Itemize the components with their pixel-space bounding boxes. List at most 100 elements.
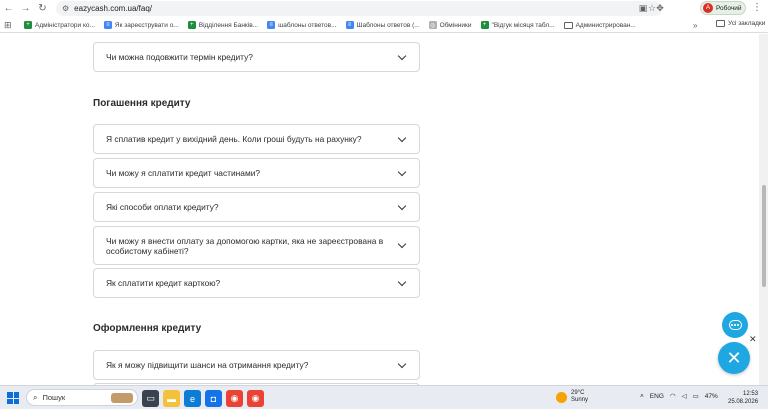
bookmark-label: "Відгук місяця табл...	[491, 21, 555, 29]
faq-question: Як сплатити кредит карткою?	[106, 278, 221, 288]
bookmark-label: шаблоны ответов...	[278, 21, 337, 29]
faq-question: Я сплатив кредит у вихідний день. Коли г…	[106, 134, 362, 144]
clock[interactable]: 12:53 25.08.2026	[728, 390, 758, 406]
apps-grid-icon[interactable]: ⊞	[4, 20, 18, 31]
close-icon[interactable]: ✕	[749, 334, 757, 345]
faq-item[interactable]: Я сплатив кредит у вихідний день. Коли г…	[93, 124, 420, 154]
search-highlight-image	[111, 393, 133, 403]
globe-icon: ◎	[428, 21, 437, 29]
close-widget-button[interactable]: ✕	[718, 342, 750, 374]
clock-date: 25.08.2026	[728, 399, 759, 405]
folder-icon	[563, 21, 573, 29]
bookmark-label: Обмінники	[439, 21, 472, 29]
docs-icon: ≡	[103, 21, 112, 29]
search-icon: ⌕	[33, 392, 38, 402]
menu-icon[interactable]: ⋮	[752, 2, 762, 13]
page-content: Чи можна подовжити термін кредиту? Погаш…	[0, 34, 768, 385]
chevron-down-icon[interactable]	[397, 239, 407, 249]
volume-icon[interactable]: ◁	[682, 392, 687, 400]
faq-item[interactable]: Чи можу я сплатити кредит частинами?	[93, 158, 420, 188]
reload-icon[interactable]: ↻	[34, 0, 51, 17]
faq-question: Чи можу я сплатити кредит частинами?	[106, 168, 261, 178]
site-info-icon[interactable]: ⚙	[62, 4, 69, 13]
faq-item[interactable]: Чи можу я внести оплату за допомогою кар…	[93, 226, 420, 265]
file-explorer-icon[interactable]: ▬	[163, 390, 180, 407]
chrome-icon[interactable]: ◉	[226, 390, 243, 407]
sheets-icon: +	[187, 21, 196, 29]
folder-icon	[716, 20, 725, 27]
avatar: А	[703, 3, 713, 13]
bookmarks-overflow-button[interactable]: »	[693, 21, 697, 30]
chrome-icon[interactable]: ◉	[247, 390, 264, 407]
bookmark-label: Як зареєструвати о...	[114, 21, 179, 29]
bookmark-item[interactable]: + Відділення Банків...	[187, 21, 259, 29]
faq-item[interactable]: Чи можна подовжити термін кредиту?	[93, 42, 420, 72]
profile-label: Робочий	[716, 4, 742, 12]
extension-icon[interactable]: ▣	[636, 1, 650, 15]
bookmark-item[interactable]: + Адміністратори ко...	[24, 21, 95, 29]
bookmarks-bar: ⊞ + Адміністратори ко... ≡ Як зареєструв…	[0, 18, 768, 33]
bookmark-label: Шаблоны ответов (...	[356, 21, 420, 29]
language-indicator[interactable]: ENG	[650, 393, 664, 400]
faq-question: Як я можу підвищити шанси на отримання к…	[106, 360, 309, 370]
scrollbar-thumb[interactable]	[762, 185, 766, 287]
bookmark-label: Администрирован...	[575, 21, 636, 29]
all-bookmarks-button[interactable]: Усі закладки	[716, 20, 765, 27]
docs-icon: ≡	[267, 21, 276, 29]
chevron-down-icon[interactable]	[397, 167, 407, 176]
bookmark-item[interactable]: Администрирован...	[563, 21, 636, 29]
section-title-registration: Оформлення кредиту	[93, 323, 202, 334]
faq-item[interactable]: Як сплатити кредит карткою?	[93, 268, 420, 298]
profile-button[interactable]: А Робочий	[700, 1, 746, 15]
section-title-repayment: Погашення кредиту	[93, 98, 191, 109]
store-icon[interactable]: ◘	[205, 390, 222, 407]
clock-time: 12:53	[743, 391, 759, 397]
chevron-up-icon[interactable]: ˄	[640, 393, 644, 400]
taskbar-apps: ▭ ▬ e ◘ ◉ ◉	[142, 390, 264, 407]
chevron-down-icon[interactable]	[397, 51, 407, 60]
faq-question: Які способи оплати кредиту?	[106, 202, 219, 212]
chat-button[interactable]	[722, 312, 748, 338]
taskbar: ⌕ Пошук ▭ ▬ e ◘ ◉ ◉ 29°C Sunny ˄ ENG ◠ ◁…	[0, 385, 768, 409]
bookmark-item[interactable]: ≡ Як зареєструвати о...	[103, 21, 179, 29]
bookmark-item[interactable]: ◎ Обмінники	[428, 21, 472, 29]
battery-icon[interactable]: ▭	[693, 392, 699, 400]
edge-icon[interactable]: e	[184, 390, 201, 407]
chevron-down-icon[interactable]	[397, 359, 407, 368]
back-icon[interactable]: ←	[0, 0, 17, 17]
battery-percent: 47%	[704, 392, 718, 400]
extensions-area: ▣ ✥	[636, 1, 667, 15]
forward-icon[interactable]: →	[17, 0, 34, 17]
wifi-icon[interactable]: ◠	[670, 392, 676, 400]
taskbar-search[interactable]: ⌕ Пошук	[26, 389, 138, 406]
bookmark-label: Адміністратори ко...	[35, 21, 95, 29]
task-view-icon[interactable]: ▭	[142, 390, 159, 407]
faq-question: Чи можна подовжити термін кредиту?	[106, 52, 253, 62]
sheets-icon: +	[24, 21, 32, 29]
bookmark-item[interactable]: ≡ Шаблоны ответов (...	[345, 21, 420, 29]
extension-puzzle-icon[interactable]: ✥	[653, 1, 667, 15]
faq-item[interactable]: Які способи оплати кредиту?	[93, 192, 420, 222]
weather-temp: 29°C	[571, 390, 585, 396]
windows-start-icon[interactable]	[7, 392, 19, 404]
sun-icon	[556, 391, 567, 403]
chevron-down-icon[interactable]	[397, 277, 407, 286]
weather-desc: Sunny	[571, 397, 589, 403]
address-bar[interactable]: ⚙ eazycash.com.ua/faq/ ☆	[56, 1, 662, 16]
docs-icon: ≡	[345, 21, 354, 29]
url-text[interactable]: eazycash.com.ua/faq/	[74, 4, 152, 13]
bookmark-item[interactable]: + "Відгук місяця табл...	[480, 21, 555, 29]
all-bookmarks-label: Усі закладки	[728, 20, 766, 27]
browser-toolbar: ← → ↻ ⚙ eazycash.com.ua/faq/ ☆ ▣ ✥ А Роб…	[0, 0, 768, 17]
bookmark-item[interactable]: ≡ шаблоны ответов...	[267, 21, 337, 29]
faq-item[interactable]: Як я можу підвищити шанси на отримання к…	[93, 350, 420, 380]
faq-question: Чи можу я внести оплату за допомогою кар…	[106, 235, 384, 256]
system-tray: ˄ ENG ◠ ◁ ▭ 47%	[640, 392, 718, 401]
sheets-icon: +	[480, 21, 489, 29]
chevron-down-icon[interactable]	[397, 133, 407, 142]
chevron-down-icon[interactable]	[397, 201, 407, 210]
chat-bubble-icon	[728, 320, 742, 330]
bookmark-label: Відділення Банків...	[198, 21, 259, 29]
weather-widget[interactable]: 29°C Sunny	[556, 390, 588, 404]
search-placeholder: Пошук	[42, 393, 66, 402]
